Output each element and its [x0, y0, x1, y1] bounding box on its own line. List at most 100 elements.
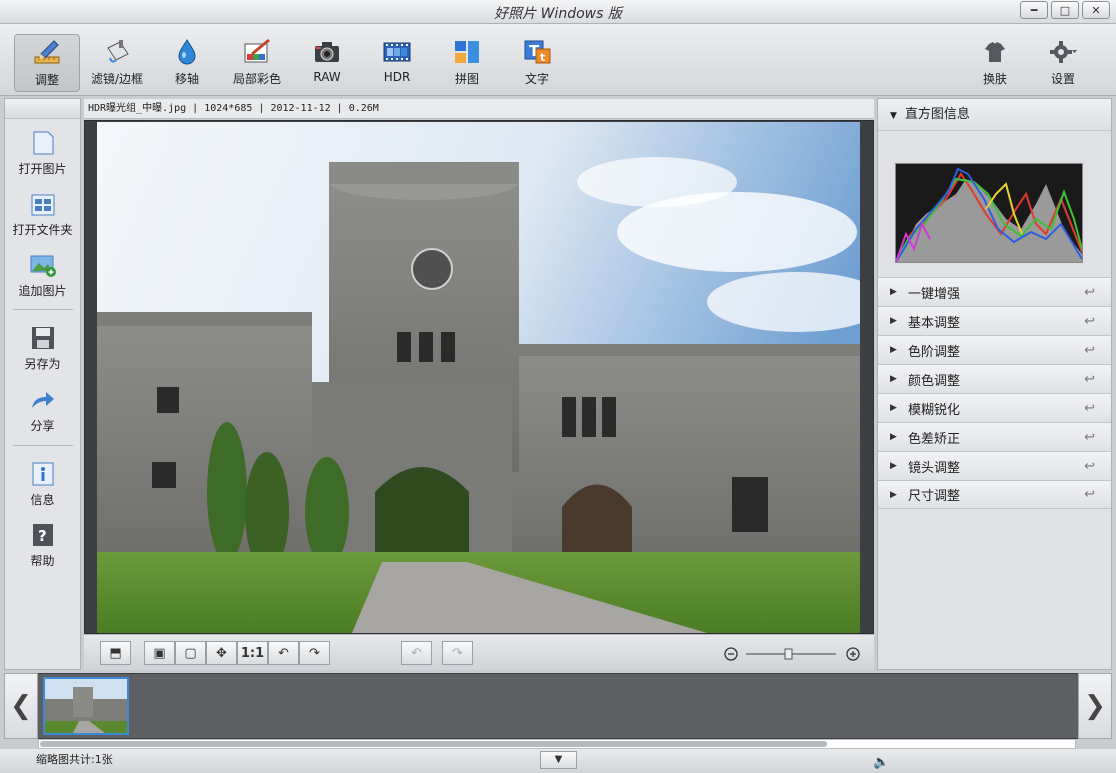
tool-raw[interactable]: RAW	[294, 34, 360, 92]
fit-window-icon: ▣	[153, 645, 166, 661]
window-controls: ━ □ ✕	[1017, 1, 1110, 19]
info-icon	[28, 460, 58, 488]
folder-grid-icon	[28, 190, 58, 218]
tool-adjust[interactable]: 调整	[14, 34, 80, 92]
open-image-button[interactable]: 打开图片	[5, 125, 80, 181]
undo-icon: ↶	[411, 645, 422, 661]
image-info-bar: HDR曝光组_中曝.jpg | 1024*685 | 2012-11-12 | …	[84, 99, 874, 119]
info-button[interactable]: 信息	[5, 456, 80, 512]
add-image-button[interactable]: 追加图片	[5, 247, 80, 303]
paint-brush-canvas-icon	[242, 38, 272, 66]
rotate-left-button[interactable]: ↶	[268, 641, 299, 665]
triangle-right-icon: ▶	[890, 461, 897, 471]
settings-button[interactable]: 设置	[1030, 34, 1096, 92]
undo-arrow-icon[interactable]: ↩	[1084, 401, 1095, 416]
triangle-right-icon: ▶	[890, 287, 897, 297]
rotate-left-icon: ↶	[278, 645, 289, 661]
rotate-right-button[interactable]: ↷	[299, 641, 330, 665]
tool-collage[interactable]: 拼图	[434, 34, 500, 92]
right-panel: ▼ 直方图信息 ▶ 一键增强 ↩ ▶ 基本调整 ↩ ▶ 色阶调整 ↩ ▶ 颜色调整 ↩ ▶ 模糊锐化…	[877, 98, 1112, 670]
section-label: 镜头调整	[908, 460, 961, 476]
undo-button[interactable]: ↶	[401, 641, 432, 665]
chevron-left-icon: ❮	[10, 691, 32, 721]
speaker-icon[interactable]: 🔈	[873, 752, 889, 773]
tool-raw-label: RAW	[313, 70, 341, 84]
tool-collage-label: 拼图	[454, 72, 479, 86]
zoom-slider[interactable]	[724, 647, 864, 661]
thumbnail-strip	[4, 673, 1112, 739]
tshirt-icon	[980, 38, 1010, 66]
crop-button[interactable]: ⬒	[100, 641, 131, 665]
image-viewer[interactable]	[84, 120, 874, 634]
left-panel-divider	[13, 445, 73, 446]
skin-label: 换肤	[982, 72, 1007, 86]
add-image-label: 追加图片	[18, 284, 67, 298]
close-button[interactable]: ✕	[1082, 1, 1110, 19]
thumbnail-castle[interactable]	[43, 677, 129, 735]
filmstrip-prev-button[interactable]: ❮	[4, 673, 38, 739]
section-label: 尺寸调整	[908, 489, 961, 504]
tool-hdr-label: HDR	[383, 70, 411, 84]
water-drop-icon	[172, 38, 202, 66]
open-image-label: 打开图片	[18, 162, 67, 176]
help-button[interactable]: ? 帮助	[5, 517, 80, 573]
tool-hdr[interactable]: HDR	[364, 34, 430, 92]
section-basic-adjust[interactable]: ▶ 基本调整 ↩	[878, 306, 1111, 335]
undo-arrow-icon[interactable]: ↩	[1084, 314, 1095, 329]
skin-button[interactable]: 换肤	[962, 34, 1028, 92]
section-color-adjust[interactable]: ▶ 颜色调整 ↩	[878, 364, 1111, 393]
histogram-header[interactable]: ▼ 直方图信息	[878, 99, 1111, 131]
redo-button[interactable]: ↷	[442, 641, 473, 665]
blank-page-icon	[28, 129, 58, 157]
triangle-right-icon: ▶	[890, 345, 897, 355]
pencil-ruler-icon	[32, 39, 62, 67]
share-button[interactable]: 分享	[5, 382, 80, 438]
collapse-filmstrip-button[interactable]: ▼	[540, 751, 577, 769]
collage-grid-icon	[452, 38, 482, 66]
undo-arrow-icon[interactable]: ↩	[1084, 487, 1095, 502]
section-one-click-enhance[interactable]: ▶ 一键增强 ↩	[878, 277, 1111, 306]
section-size-adjust[interactable]: ▶ 尺寸调整 ↩	[878, 480, 1111, 509]
fullscreen-button[interactable]: ▢	[175, 641, 206, 665]
floppy-disk-icon	[28, 324, 58, 352]
triangle-right-icon: ▶	[890, 403, 897, 413]
save-as-button[interactable]: 另存为	[5, 320, 80, 376]
tool-filter-border[interactable]: 滤镜/边框	[84, 34, 150, 92]
undo-arrow-icon[interactable]: ↩	[1084, 285, 1095, 300]
fit-original-button[interactable]: ✥	[206, 641, 237, 665]
text-t-icon: Tt	[522, 38, 552, 66]
tool-local-color[interactable]: 局部彩色	[224, 34, 290, 92]
help-question-icon: ?	[28, 521, 58, 549]
histogram-title: 直方图信息	[904, 107, 970, 122]
section-levels[interactable]: ▶ 色阶调整 ↩	[878, 335, 1111, 364]
scrollbar-thumb[interactable]	[40, 741, 827, 747]
tool-text[interactable]: Tt 文字	[504, 34, 570, 92]
section-chromatic-correction[interactable]: ▶ 色差矫正 ↩	[878, 422, 1111, 451]
minimize-button[interactable]: ━	[1020, 1, 1048, 19]
fit-window-button[interactable]: ▣	[144, 641, 175, 665]
section-lens-adjust[interactable]: ▶ 镜头调整 ↩	[878, 451, 1111, 480]
undo-arrow-icon[interactable]: ↩	[1084, 459, 1095, 474]
filmstrip-next-button[interactable]: ❯	[1078, 673, 1112, 739]
svg-text:t: t	[540, 51, 545, 64]
undo-arrow-icon[interactable]: ↩	[1084, 430, 1095, 445]
undo-arrow-icon[interactable]: ↩	[1084, 372, 1095, 387]
svg-text:?: ?	[38, 527, 47, 545]
triangle-right-icon: ▶	[890, 374, 897, 384]
triangle-right-icon: ▶	[890, 489, 897, 500]
rotate-right-icon: ↷	[309, 645, 320, 661]
tool-local-color-label: 局部彩色	[232, 72, 281, 86]
section-blur-sharpen[interactable]: ▶ 模糊锐化 ↩	[878, 393, 1111, 422]
title-bar: 好照片 Windows 版 ━ □ ✕	[0, 0, 1116, 24]
filmstrip-scrollbar[interactable]	[38, 739, 1076, 749]
main-toolbar: 调整 滤镜/边框 移轴 局部彩色 RAW HDR 拼图 T t 文字 换肤 设置	[0, 24, 1116, 96]
gear-icon	[1048, 38, 1078, 66]
help-label: 帮助	[30, 554, 55, 568]
maximize-button[interactable]: □	[1051, 1, 1079, 19]
open-folder-button[interactable]: 打开文件夹	[5, 186, 80, 242]
actual-size-button[interactable]: 1:1	[237, 641, 268, 665]
tool-tilt-shift[interactable]: 移轴	[154, 34, 220, 92]
status-bar: 缩略图共计:1张 ▼ 🔈	[0, 749, 1116, 773]
tool-adjust-label: 调整	[34, 73, 59, 87]
undo-arrow-icon[interactable]: ↩	[1084, 343, 1095, 358]
